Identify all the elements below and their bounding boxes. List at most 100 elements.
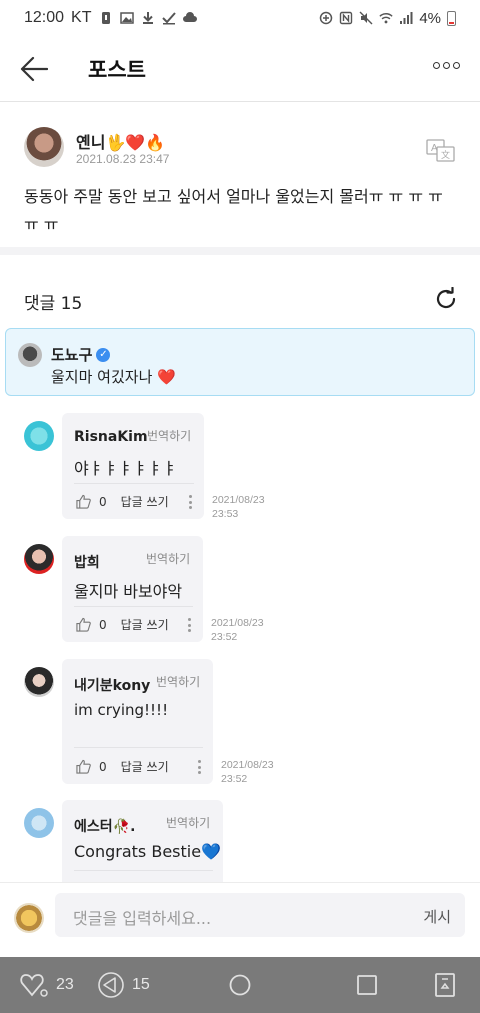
author-avatar[interactable] — [24, 127, 64, 167]
commenter-avatar[interactable] — [24, 544, 54, 574]
like-count-button[interactable]: 23 — [18, 971, 74, 999]
comment-more-icon[interactable] — [198, 760, 201, 777]
comment-input[interactable]: 댓글을 입력하세요... 게시 — [55, 893, 465, 937]
comment-item: 내기분kony 번역하기 im crying!!!! 0 답글 쓰기 2021/… — [0, 659, 480, 786]
commenter-avatar[interactable] — [24, 667, 54, 697]
post-date: 2021.08.23 23:47 — [76, 152, 170, 166]
comment-actions: 0 답글 쓰기 — [76, 758, 169, 775]
comment-bubble: 에스터🥀. 번역하기 Congrats Bestie💙 — [62, 800, 223, 882]
app-header: 포스트 — [0, 36, 480, 102]
comment-text: im crying!!!! — [74, 701, 169, 719]
thumbs-up-icon[interactable] — [76, 759, 91, 774]
comment-timestamp: 2021/08/23 23:52 — [221, 758, 274, 786]
like-count: 0 — [99, 759, 107, 774]
comments-count-label: 댓글 15 — [24, 294, 83, 314]
comment-date: 2021/08/23 — [211, 617, 264, 629]
like-count: 0 — [99, 494, 107, 509]
status-bar: 12:00 KT 4% — [0, 0, 480, 36]
arrow-left-icon[interactable] — [20, 56, 49, 82]
translate-link[interactable]: 번역하기 — [147, 427, 191, 444]
download-icon — [141, 11, 155, 25]
bottom-nav-bar: 23 15 — [0, 957, 480, 1013]
comment-bubble: 내기분kony 번역하기 im crying!!!! 0 답글 쓰기 — [62, 659, 213, 784]
wifi-icon — [379, 11, 393, 25]
signal-icon — [399, 11, 413, 25]
comment-item: RisnaKim 번역하기 야ㅑㅑㅑㅑㅑㅑ 0 답글 쓰기 2021/08/23… — [0, 413, 480, 523]
comment-text: 울지마 바보야악 — [74, 582, 183, 601]
status-carrier: KT — [71, 9, 92, 26]
comment-item: 밥희 번역하기 울지마 바보야악 0 답글 쓰기 2021/08/23 23:52 — [0, 536, 480, 646]
comment-author[interactable]: RisnaKim — [74, 429, 148, 445]
section-divider — [0, 247, 480, 255]
thumbs-up-icon[interactable] — [76, 494, 91, 509]
highlighted-comment-text: 울지마 여깄자나 ❤️ — [51, 368, 176, 386]
svg-text:文: 文 — [441, 149, 450, 161]
home-nav-button[interactable] — [228, 971, 252, 999]
reply-button[interactable]: 답글 쓰기 — [121, 616, 169, 633]
nfc-icon — [339, 11, 353, 25]
battery-saver-icon — [99, 11, 113, 25]
comment-text: 야ㅑㅑㅑㅑㅑㅑ — [74, 459, 178, 478]
share-icon — [98, 972, 124, 998]
commenter-avatar[interactable] — [24, 421, 54, 451]
highlighted-comment-author[interactable]: 도뇨구 ✓ — [51, 344, 111, 365]
recents-square-icon — [357, 975, 377, 995]
mute-icon — [359, 11, 373, 25]
comment-date: 2021/08/23 — [221, 759, 274, 771]
translate-link[interactable]: 번역하기 — [146, 550, 190, 567]
battery-percent: 4% — [419, 9, 441, 27]
image-icon — [119, 11, 134, 25]
share-count-button[interactable]: 15 — [96, 971, 150, 999]
translate-link[interactable]: 번역하기 — [166, 814, 210, 831]
comment-divider — [74, 606, 193, 607]
refresh-icon[interactable] — [434, 286, 458, 311]
post-comment-button[interactable]: 게시 — [423, 906, 451, 927]
post: 옌니🖖❤️🔥 2021.08.23 23:47 A文 동동아 주말 동안 보고 … — [0, 103, 480, 247]
like-count: 0 — [99, 617, 107, 632]
comment-divider — [74, 870, 213, 871]
comment-text: Congrats Bestie💙 — [74, 842, 221, 861]
verified-badge-icon: ✓ — [96, 347, 111, 362]
commenter-avatar[interactable] — [18, 343, 42, 367]
comment-bubble: RisnaKim 번역하기 야ㅑㅑㅑㅑㅑㅑ 0 답글 쓰기 — [62, 413, 204, 519]
thumbs-up-icon[interactable] — [76, 617, 91, 632]
comment-input-bar: 댓글을 입력하세요... 게시 — [0, 882, 480, 948]
comment-item: 에스터🥀. 번역하기 Congrats Bestie💙 — [0, 800, 480, 882]
check-icon — [161, 11, 176, 25]
comment-more-icon[interactable] — [188, 618, 191, 635]
post-author[interactable]: 옌니🖖❤️🔥 — [76, 129, 165, 153]
my-avatar — [14, 903, 44, 933]
data-saver-icon — [319, 11, 333, 25]
bookmark-nav-button[interactable] — [433, 971, 457, 999]
like-total: 23 — [56, 976, 74, 993]
comment-bubble: 밥희 번역하기 울지마 바보야악 0 답글 쓰기 — [62, 536, 203, 642]
comment-input-placeholder: 댓글을 입력하세요... — [73, 909, 212, 928]
highlighted-comment[interactable]: 도뇨구 ✓ 울지마 여깄자나 ❤️ — [5, 328, 475, 396]
reply-button[interactable]: 답글 쓰기 — [121, 758, 169, 775]
comment-timestamp: 2021/08/23 23:53 — [212, 493, 265, 521]
comment-more-icon[interactable] — [189, 495, 192, 512]
comment-divider — [74, 747, 203, 748]
reply-button[interactable]: 답글 쓰기 — [121, 493, 169, 510]
comment-author[interactable]: 밥희 — [74, 552, 100, 572]
comment-time: 23:53 — [212, 508, 239, 520]
cloud-icon — [182, 11, 197, 25]
recents-nav-button[interactable] — [355, 971, 379, 999]
comment-actions: 0 답글 쓰기 — [76, 616, 169, 633]
comment-actions: 0 답글 쓰기 — [76, 493, 169, 510]
comment-timestamp: 2021/08/23 23:52 — [211, 616, 264, 644]
comment-author[interactable]: 에스터🥀. — [74, 816, 135, 836]
comment-time: 23:52 — [211, 631, 238, 643]
translate-icon[interactable]: A文 — [426, 139, 456, 163]
commenter-avatar[interactable] — [24, 808, 54, 838]
translate-link[interactable]: 번역하기 — [156, 673, 200, 690]
comment-author-name: 도뇨구 — [51, 346, 93, 364]
bookmark-icon — [435, 973, 455, 997]
more-dots-icon[interactable] — [433, 62, 460, 69]
comment-divider — [74, 483, 194, 484]
comment-author[interactable]: 내기분kony — [74, 675, 150, 695]
comment-date: 2021/08/23 — [212, 494, 265, 506]
comments-header: 댓글 15 — [0, 255, 480, 327]
battery-icon — [447, 10, 456, 26]
status-time: 12:00 — [24, 9, 65, 26]
